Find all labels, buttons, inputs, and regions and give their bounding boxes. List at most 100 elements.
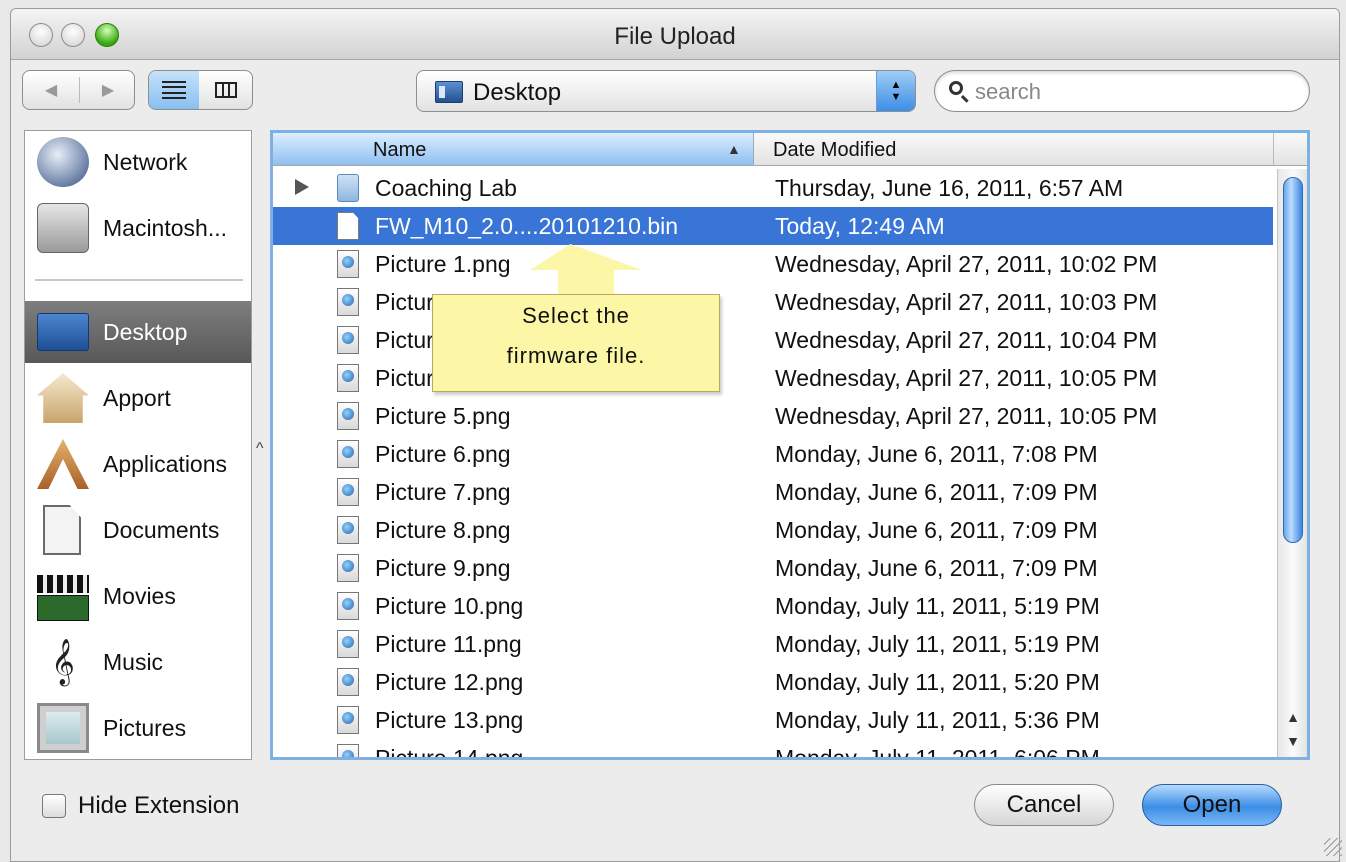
sidebar-item-applications[interactable]: Applications bbox=[25, 433, 251, 495]
png-file-icon bbox=[337, 440, 359, 468]
title-bar[interactable]: File Upload bbox=[11, 9, 1339, 60]
column-divider bbox=[1273, 133, 1274, 165]
png-file-icon bbox=[337, 554, 359, 582]
file-row-selected[interactable]: FW_M10_2.0....20101210.bin Today, 12:49 … bbox=[273, 207, 1273, 245]
file-row[interactable]: Picture 7.png Monday, June 6, 2011, 7:09… bbox=[273, 473, 1273, 511]
scrollbar-thumb[interactable] bbox=[1283, 177, 1303, 543]
file-date: Wednesday, April 27, 2011, 10:04 PM bbox=[775, 327, 1158, 353]
file-row[interactable]: Coaching Lab Thursday, June 16, 2011, 6:… bbox=[273, 169, 1273, 207]
sidebar-item-label: Apport bbox=[103, 385, 171, 411]
document-icon bbox=[337, 212, 359, 240]
scroll-up-arrow-icon[interactable]: ▲ bbox=[1278, 705, 1307, 729]
file-date: Monday, June 6, 2011, 7:09 PM bbox=[775, 479, 1098, 505]
file-row[interactable]: Picture 3.png Wednesday, April 27, 2011,… bbox=[273, 321, 1273, 359]
file-date: Monday, July 11, 2011, 5:19 PM bbox=[775, 593, 1100, 619]
scroll-down-arrow-icon[interactable]: ▼ bbox=[1278, 729, 1307, 753]
pictures-icon bbox=[37, 703, 89, 753]
file-row[interactable]: Picture 13.png Monday, July 11, 2011, 5:… bbox=[273, 701, 1273, 739]
sort-ascending-icon: ▲ bbox=[727, 141, 741, 157]
column-header-name[interactable]: Name ▲ bbox=[273, 133, 754, 165]
sidebar-item-pictures[interactable]: Pictures bbox=[25, 697, 251, 759]
file-row[interactable]: Picture 1.png Wednesday, April 27, 2011,… bbox=[273, 245, 1273, 283]
file-date: Monday, June 6, 2011, 7:09 PM bbox=[775, 555, 1098, 581]
file-name: Picture 8.png bbox=[375, 517, 511, 543]
png-file-icon bbox=[337, 706, 359, 734]
popup-arrows-icon: ▲ ▼ bbox=[876, 71, 915, 111]
file-row[interactable]: Picture 14.png Monday, July 11, 2011, 6:… bbox=[273, 739, 1273, 760]
sidebar-item-label: Pictures bbox=[103, 715, 187, 741]
file-date: Wednesday, April 27, 2011, 10:05 PM bbox=[775, 403, 1158, 429]
sidebar-item-documents[interactable]: Documents bbox=[25, 499, 251, 561]
file-row[interactable]: Picture 9.png Monday, June 6, 2011, 7:09… bbox=[273, 549, 1273, 587]
file-row[interactable]: Picture 5.png Wednesday, April 27, 2011,… bbox=[273, 397, 1273, 435]
file-date: Monday, July 11, 2011, 6:06 PM bbox=[775, 745, 1100, 760]
file-date: Monday, June 6, 2011, 7:08 PM bbox=[775, 441, 1098, 467]
file-row[interactable]: Picture 4.png Wednesday, April 27, 2011,… bbox=[273, 359, 1273, 397]
png-file-icon bbox=[337, 516, 359, 544]
sidebar-item-apport[interactable]: Apport bbox=[25, 367, 251, 429]
back-forward-control: ◀ ▶ bbox=[22, 70, 135, 110]
sidebar-item-label: Desktop bbox=[103, 319, 188, 345]
callout-text-line1: Select the bbox=[522, 303, 630, 328]
search-field bbox=[934, 70, 1310, 112]
search-input[interactable] bbox=[973, 77, 1297, 107]
hide-extension-label: Hide Extension bbox=[78, 792, 240, 819]
png-file-icon bbox=[337, 364, 359, 392]
sidebar-item-label: Music bbox=[103, 649, 164, 675]
file-name: Picture 11.png bbox=[375, 631, 522, 657]
file-date: Monday, July 11, 2011, 5:36 PM bbox=[775, 707, 1100, 733]
file-date: Wednesday, April 27, 2011, 10:02 PM bbox=[775, 251, 1158, 277]
callout-note: Select the firmware file. bbox=[432, 294, 720, 392]
file-date: Monday, June 6, 2011, 7:09 PM bbox=[775, 517, 1098, 543]
sidebar-item-label: Documents bbox=[103, 517, 220, 543]
file-name: Picture 6.png bbox=[375, 441, 511, 467]
sidebar: Network Macintosh... Desktop Apport Appl… bbox=[24, 130, 252, 760]
search-icon bbox=[949, 81, 963, 95]
file-rows: Coaching Lab Thursday, June 16, 2011, 6:… bbox=[273, 169, 1273, 760]
file-row[interactable]: Picture 2.png Wednesday, April 27, 2011,… bbox=[273, 283, 1273, 321]
music-icon: 𝄞 bbox=[51, 639, 75, 685]
sidebar-resize-handle[interactable]: ^ bbox=[256, 440, 264, 458]
file-name: Picture 9.png bbox=[375, 555, 511, 581]
list-view-icon bbox=[162, 81, 186, 99]
back-button[interactable]: ◀ bbox=[23, 71, 79, 109]
list-header: Name ▲ Date Modified bbox=[273, 133, 1307, 166]
resize-grip-icon[interactable] bbox=[1324, 838, 1342, 856]
png-file-icon bbox=[337, 250, 359, 278]
location-popup[interactable]: Desktop ▲ ▼ bbox=[416, 70, 916, 112]
folder-icon bbox=[337, 174, 359, 202]
file-date: Wednesday, April 27, 2011, 10:05 PM bbox=[775, 365, 1158, 391]
column-header-date[interactable]: Date Modified bbox=[773, 139, 896, 162]
png-file-icon bbox=[337, 326, 359, 354]
hide-extension-checkbox[interactable] bbox=[42, 794, 66, 818]
file-row[interactable]: Picture 12.png Monday, July 11, 2011, 5:… bbox=[273, 663, 1273, 701]
movies-icon bbox=[37, 575, 89, 593]
cancel-button[interactable]: Cancel bbox=[974, 784, 1114, 826]
vertical-scrollbar[interactable]: ▲ ▼ bbox=[1277, 169, 1307, 757]
file-name: Coaching Lab bbox=[375, 175, 517, 201]
file-name: Picture 1.png bbox=[375, 251, 511, 277]
list-view-button[interactable] bbox=[149, 71, 199, 109]
png-file-icon bbox=[337, 478, 359, 506]
file-date: Monday, July 11, 2011, 5:20 PM bbox=[775, 669, 1100, 695]
file-row[interactable]: Picture 8.png Monday, June 6, 2011, 7:09… bbox=[273, 511, 1273, 549]
column-view-button[interactable] bbox=[200, 71, 252, 109]
column-header-label: Name bbox=[373, 139, 427, 161]
column-view-icon bbox=[215, 82, 237, 98]
png-file-icon bbox=[337, 744, 359, 757]
sidebar-item-movies[interactable]: Movies bbox=[25, 565, 251, 627]
open-button[interactable]: Open bbox=[1142, 784, 1282, 826]
callout-text-line2: firmware file. bbox=[506, 343, 646, 368]
file-row[interactable]: Picture 11.png Monday, July 11, 2011, 5:… bbox=[273, 625, 1273, 663]
file-row[interactable]: Picture 6.png Monday, June 6, 2011, 7:08… bbox=[273, 435, 1273, 473]
window-title: File Upload bbox=[614, 23, 736, 50]
sidebar-item-desktop[interactable]: Desktop bbox=[25, 301, 251, 363]
sidebar-item-macintosh[interactable]: Macintosh... bbox=[25, 197, 251, 259]
applications-icon bbox=[37, 439, 89, 489]
sidebar-item-music[interactable]: 𝄞 Music bbox=[25, 631, 251, 693]
forward-button[interactable]: ▶ bbox=[80, 71, 136, 109]
disclosure-triangle-icon[interactable] bbox=[295, 179, 309, 195]
file-row[interactable]: Picture 10.png Monday, July 11, 2011, 5:… bbox=[273, 587, 1273, 625]
sidebar-item-network[interactable]: Network bbox=[25, 131, 251, 193]
file-name: Picture 5.png bbox=[375, 403, 511, 429]
